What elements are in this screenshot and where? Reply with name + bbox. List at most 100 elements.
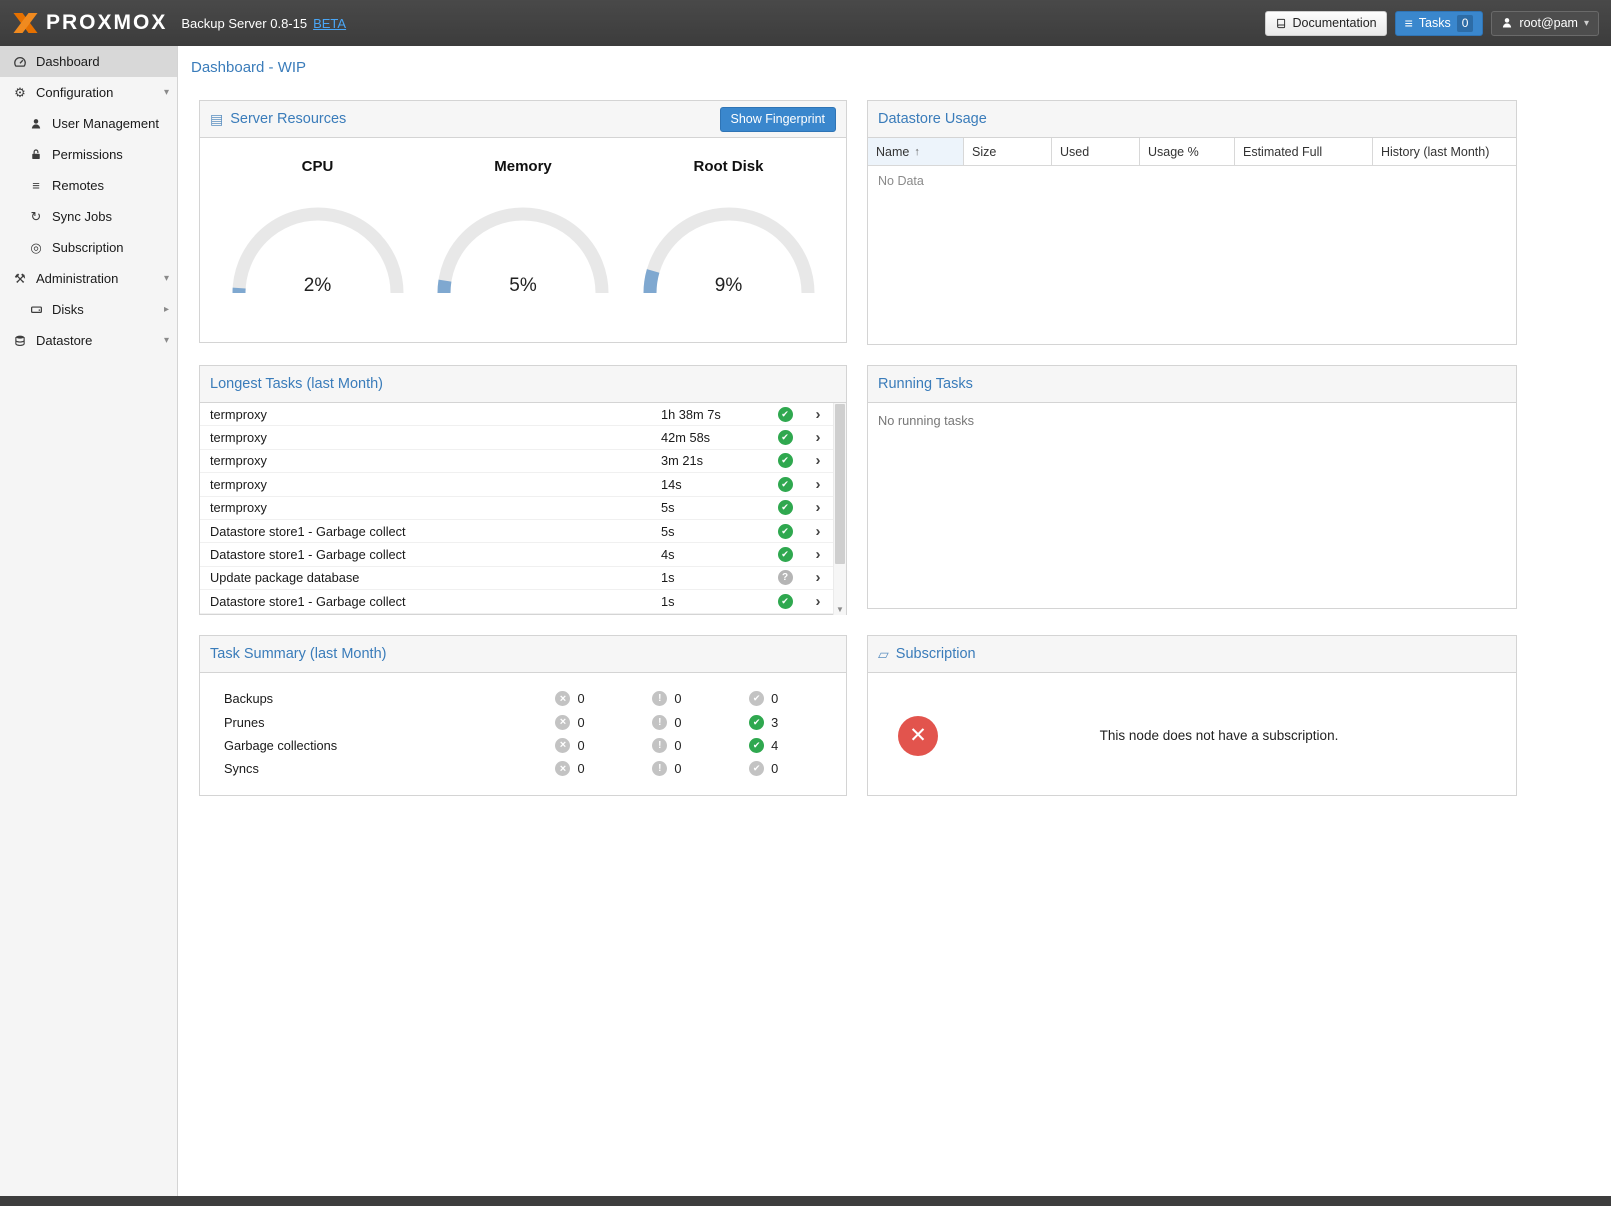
warning-count-icon bbox=[652, 761, 667, 776]
task-status-icon bbox=[778, 500, 793, 515]
root-disk-gauge-label: Root Disk bbox=[633, 158, 825, 175]
ok-count: 4 bbox=[771, 738, 778, 753]
task-duration: 5s bbox=[661, 524, 767, 539]
sidebar-item-label: Configuration bbox=[36, 85, 113, 100]
column-header-size[interactable]: Size bbox=[964, 138, 1052, 165]
sidebar-item-permissions[interactable]: Permissions bbox=[0, 139, 177, 170]
sidebar-item-user-management[interactable]: User Management bbox=[0, 108, 177, 139]
cpu-gauge: CPU 2% bbox=[222, 158, 414, 297]
task-duration: 5s bbox=[661, 500, 767, 515]
task-name: Datastore store1 - Garbage collect bbox=[210, 524, 661, 539]
sidebar-item-administration[interactable]: ⚒ Administration ▾ bbox=[0, 263, 177, 294]
task-status-icon bbox=[778, 570, 793, 585]
open-task-chevron-icon[interactable]: › bbox=[803, 453, 833, 468]
task-duration: 42m 58s bbox=[661, 430, 767, 445]
sidebar-item-subscription[interactable]: ◎ Subscription bbox=[0, 232, 177, 263]
open-task-chevron-icon[interactable]: › bbox=[803, 500, 833, 515]
wrench-icon: ⚒ bbox=[12, 271, 28, 287]
open-task-chevron-icon[interactable]: › bbox=[803, 407, 833, 422]
task-row[interactable]: termproxy 14s › bbox=[200, 473, 833, 496]
error-count: 0 bbox=[577, 715, 584, 730]
warning-count-icon bbox=[652, 715, 667, 730]
open-task-chevron-icon[interactable]: › bbox=[803, 594, 833, 609]
warning-count-icon bbox=[652, 738, 667, 753]
datastore-usage-title: Datastore Usage bbox=[878, 111, 987, 127]
scrollbar-thumb[interactable] bbox=[835, 404, 845, 564]
user-menu-button[interactable]: root@pam ▾ bbox=[1491, 11, 1599, 36]
sidebar-item-remotes[interactable]: ≡ Remotes bbox=[0, 170, 177, 201]
task-duration: 1h 38m 7s bbox=[661, 407, 767, 422]
task-row[interactable]: Datastore store1 - Garbage collect 1s › bbox=[200, 590, 833, 613]
open-task-chevron-icon[interactable]: › bbox=[803, 524, 833, 539]
ok-count-icon bbox=[749, 691, 764, 706]
ok-count: 3 bbox=[771, 715, 778, 730]
summary-label: Garbage collections bbox=[224, 738, 555, 753]
documentation-label: Documentation bbox=[1293, 16, 1377, 30]
longest-tasks-title: Longest Tasks (last Month) bbox=[210, 376, 383, 392]
tasks-button[interactable]: ≡ Tasks 0 bbox=[1395, 11, 1484, 36]
documentation-button[interactable]: Documentation bbox=[1265, 11, 1387, 36]
column-header-used[interactable]: Used bbox=[1052, 138, 1140, 165]
task-row[interactable]: termproxy 1h 38m 7s › bbox=[200, 403, 833, 426]
open-task-chevron-icon[interactable]: › bbox=[803, 430, 833, 445]
sidebar-item-dashboard[interactable]: Dashboard bbox=[0, 46, 177, 77]
summary-row-backups: Backups 0 0 0 bbox=[224, 687, 846, 710]
task-list-icon: ≡ bbox=[1405, 16, 1413, 30]
memory-gauge: Memory 5% bbox=[427, 158, 619, 297]
hdd-icon bbox=[28, 303, 44, 316]
server-resources-panel: ▤ Server Resources Show Fingerprint CPU … bbox=[199, 100, 847, 343]
error-count-icon bbox=[555, 691, 570, 706]
cpu-gauge-value: 2% bbox=[223, 275, 413, 297]
bottom-strip bbox=[0, 1196, 1611, 1206]
chevron-down-icon: ▾ bbox=[164, 273, 169, 284]
task-row[interactable]: Datastore store1 - Garbage collect 5s › bbox=[200, 520, 833, 543]
task-row[interactable]: Update package database 1s › bbox=[200, 567, 833, 590]
task-name: termproxy bbox=[210, 500, 661, 515]
task-row[interactable]: termproxy 42m 58s › bbox=[200, 426, 833, 449]
scrollbar-down-arrow-icon[interactable]: ▼ bbox=[834, 605, 846, 614]
error-count: 0 bbox=[577, 761, 584, 776]
refresh-icon: ↻ bbox=[28, 209, 44, 225]
task-status-icon bbox=[778, 524, 793, 539]
task-row[interactable]: termproxy 3m 21s › bbox=[200, 450, 833, 473]
open-task-chevron-icon[interactable]: › bbox=[803, 477, 833, 492]
ok-count-icon bbox=[749, 738, 764, 753]
scrollbar[interactable]: ▼ bbox=[833, 403, 846, 615]
open-task-chevron-icon[interactable]: › bbox=[803, 547, 833, 562]
sidebar-item-label: Permissions bbox=[52, 147, 123, 162]
sidebar-item-datastore[interactable]: Datastore ▾ bbox=[0, 325, 177, 356]
ok-count: 0 bbox=[771, 761, 778, 776]
running-tasks-panel: Running Tasks No running tasks bbox=[867, 365, 1517, 609]
tasks-count-badge: 0 bbox=[1457, 15, 1474, 32]
no-subscription-icon: ✕ bbox=[898, 716, 938, 756]
column-header-history[interactable]: History (last Month) bbox=[1373, 138, 1516, 165]
sidebar-item-configuration[interactable]: ⚙ Configuration ▾ bbox=[0, 77, 177, 108]
error-count-icon bbox=[555, 715, 570, 730]
open-task-chevron-icon[interactable]: › bbox=[803, 570, 833, 585]
beta-link[interactable]: BETA bbox=[313, 16, 346, 31]
cpu-gauge-label: CPU bbox=[222, 158, 414, 175]
root-disk-gauge: Root Disk 9% bbox=[633, 158, 825, 297]
sidebar-item-label: Dashboard bbox=[36, 54, 100, 69]
column-header-estimated-full[interactable]: Estimated Full bbox=[1235, 138, 1373, 165]
sidebar-item-disks[interactable]: Disks ▸ bbox=[0, 294, 177, 325]
person-icon bbox=[28, 118, 44, 130]
datastore-usage-panel: Datastore Usage Name ↑ Size Used Usage % bbox=[867, 100, 1517, 345]
datastore-usage-header-row: Name ↑ Size Used Usage % Estimated Full bbox=[868, 138, 1516, 166]
column-header-name[interactable]: Name ↑ bbox=[868, 138, 964, 165]
chevron-down-icon: ▾ bbox=[164, 87, 169, 98]
task-summary-title: Task Summary (last Month) bbox=[210, 646, 386, 662]
task-name: termproxy bbox=[210, 430, 661, 445]
summary-row-syncs: Syncs 0 0 0 bbox=[224, 757, 846, 780]
life-ring-icon: ◎ bbox=[28, 240, 44, 256]
task-status-icon bbox=[778, 407, 793, 422]
task-name: Datastore store1 - Garbage collect bbox=[210, 547, 661, 562]
proxmox-logo: PROXMOX bbox=[12, 11, 167, 35]
sidebar-item-sync-jobs[interactable]: ↻ Sync Jobs bbox=[0, 201, 177, 232]
task-row[interactable]: termproxy 5s › bbox=[200, 497, 833, 520]
sidebar-item-label: Sync Jobs bbox=[52, 209, 112, 224]
task-row[interactable]: Datastore store1 - Garbage collect 4s › bbox=[200, 543, 833, 566]
show-fingerprint-button[interactable]: Show Fingerprint bbox=[720, 107, 837, 132]
column-header-usage-pct[interactable]: Usage % bbox=[1140, 138, 1235, 165]
datastore-usage-empty-text: No Data bbox=[868, 166, 1516, 347]
